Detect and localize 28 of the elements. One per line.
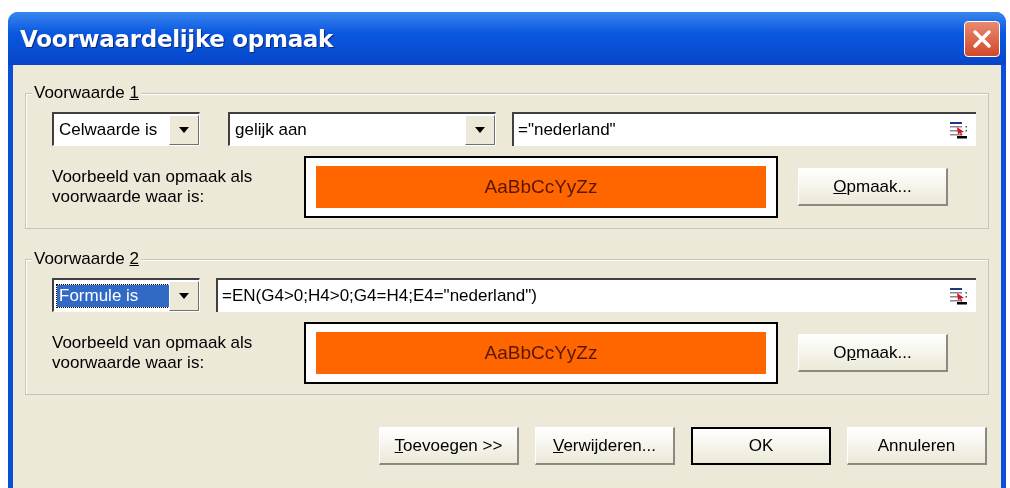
dialog-button[interactable]: Annuleren [847, 427, 987, 465]
group-label: Voorwaarde 1 [32, 83, 141, 103]
close-button[interactable] [964, 20, 1000, 57]
window-title: Voorwaardelijke opmaak [20, 25, 334, 52]
dropdown-arrow-button[interactable] [169, 114, 199, 145]
preview-label: Voorbeeld van opmaak als voorwaarde waar is: [52, 167, 254, 207]
dropdown[interactable]: Formule is [52, 278, 200, 312]
dialog-button[interactable]: Toevoegen >> [379, 427, 519, 465]
dialog-button[interactable]: Verwijderen... [535, 427, 675, 465]
caret-icon [179, 292, 189, 299]
format-preview: AaBbCcYyZz [316, 166, 766, 208]
cell-reference-icon[interactable] [950, 287, 968, 305]
close-icon [971, 27, 993, 50]
format-preview: AaBbCcYyZz [316, 332, 766, 374]
dialog-button[interactable]: OK [691, 427, 831, 465]
input-field[interactable]: ="nederland" [512, 112, 976, 146]
dropdown[interactable]: Celwaarde is [52, 112, 200, 146]
caret-icon [475, 126, 485, 133]
format-button[interactable]: Opmaak... [798, 334, 948, 372]
dropdown-arrow-button[interactable] [169, 280, 199, 311]
cell-reference-icon[interactable] [950, 121, 968, 139]
dropdown-arrow-button[interactable] [465, 114, 495, 145]
preview-label: Voorbeeld van opmaak als voorwaarde waar is: [52, 333, 254, 373]
caret-icon [179, 126, 189, 133]
group-label: Voorwaarde 2 [32, 249, 141, 269]
dropdown[interactable]: gelijk aan [228, 112, 496, 146]
format-button[interactable]: Opmaak... [798, 168, 948, 206]
input-field[interactable]: =EN(G4>0;H4>0;G4=H4;E4="nederland") [216, 278, 976, 312]
